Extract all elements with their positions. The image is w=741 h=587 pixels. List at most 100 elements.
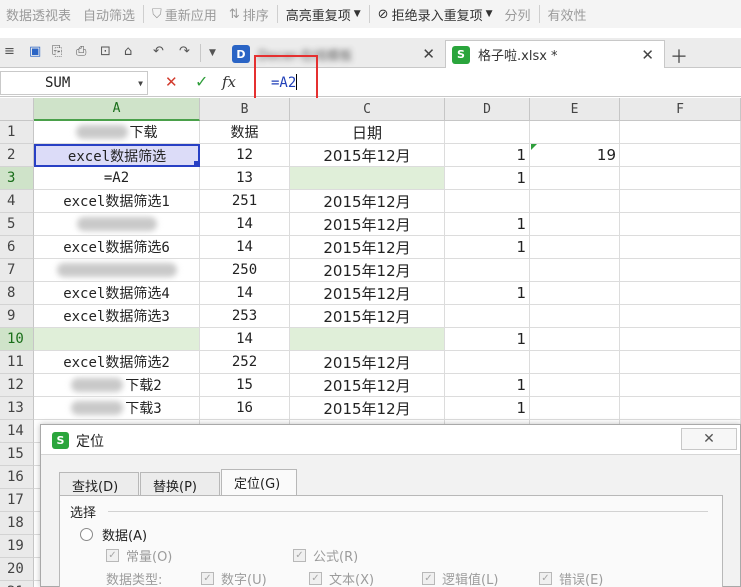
cell[interactable]: 2015年12月: [290, 144, 445, 167]
cell[interactable]: [620, 351, 741, 374]
cell[interactable]: [34, 328, 200, 351]
row-header[interactable]: 7: [0, 259, 34, 282]
tab-workbook[interactable]: S 格子啦.xlsx * ✕: [445, 40, 665, 68]
row-header[interactable]: 2: [0, 144, 34, 167]
cell[interactable]: 250: [200, 259, 290, 282]
cell[interactable]: excel数据筛选1: [34, 190, 200, 213]
checkbox-text[interactable]: ✓: [309, 572, 322, 585]
row-header[interactable]: 6: [0, 236, 34, 259]
column-header[interactable]: F: [620, 98, 741, 121]
export-icon[interactable]: ⎘: [52, 44, 62, 59]
row-header[interactable]: 13: [0, 397, 34, 420]
cell[interactable]: 1: [445, 282, 530, 305]
name-box[interactable]: SUM ▼: [0, 71, 148, 95]
preview-icon[interactable]: ⊡: [100, 44, 111, 59]
cell[interactable]: 16: [200, 397, 290, 420]
cell[interactable]: [620, 282, 741, 305]
cell[interactable]: 12: [200, 144, 290, 167]
cell[interactable]: [530, 282, 620, 305]
cell[interactable]: 13: [200, 167, 290, 190]
cell[interactable]: excel数据筛选: [34, 144, 200, 167]
ribbon-item[interactable]: 数据透视表: [0, 0, 77, 28]
cell[interactable]: 2015年12月: [290, 374, 445, 397]
cell[interactable]: [445, 190, 530, 213]
cell[interactable]: 15: [200, 374, 290, 397]
ribbon-item[interactable]: 自动筛选: [77, 0, 141, 28]
column-header[interactable]: D: [445, 98, 530, 121]
tab-find[interactable]: 查找(D): [59, 472, 139, 495]
row-header[interactable]: 10: [0, 328, 34, 351]
tab-goto[interactable]: 定位(G): [221, 469, 297, 496]
cell[interactable]: 下载: [34, 121, 200, 144]
cell[interactable]: 2015年12月: [290, 259, 445, 282]
print-icon[interactable]: ⎙: [76, 44, 86, 59]
checkbox-formulas[interactable]: ✓: [293, 549, 306, 562]
cell[interactable]: [34, 259, 200, 282]
cell[interactable]: [620, 121, 741, 144]
cell[interactable]: [620, 144, 741, 167]
cell[interactable]: 14: [200, 282, 290, 305]
redo-icon[interactable]: ↷: [179, 44, 190, 59]
ribbon-item[interactable]: 分列: [499, 0, 537, 28]
cell[interactable]: 2015年12月: [290, 213, 445, 236]
row-header[interactable]: 15: [0, 443, 34, 466]
chevron-down-icon[interactable]: ▼: [138, 79, 143, 88]
cell[interactable]: 2015年12月: [290, 282, 445, 305]
column-header[interactable]: A: [34, 98, 200, 121]
row-header[interactable]: 9: [0, 305, 34, 328]
confirm-formula-icon[interactable]: ✓: [195, 72, 208, 91]
chevron-down-icon[interactable]: ▼: [486, 9, 493, 19]
cell[interactable]: [530, 351, 620, 374]
cell[interactable]: [530, 259, 620, 282]
ribbon-item[interactable]: ⊘ 拒绝录入重复项 ▼: [372, 0, 499, 28]
tab-docer[interactable]: D Docer-在线模板 ✕: [230, 40, 445, 68]
cell[interactable]: 1: [445, 397, 530, 420]
cell[interactable]: 14: [200, 328, 290, 351]
cell[interactable]: 14: [200, 213, 290, 236]
ribbon-item[interactable]: 高亮重复项 ▼: [280, 0, 367, 28]
cell[interactable]: [290, 167, 445, 190]
cell[interactable]: [530, 236, 620, 259]
checkbox-errors[interactable]: ✓: [539, 572, 552, 585]
cell[interactable]: excel数据筛选4: [34, 282, 200, 305]
cell[interactable]: [530, 121, 620, 144]
cell[interactable]: excel数据筛选2: [34, 351, 200, 374]
cell[interactable]: [290, 328, 445, 351]
cell[interactable]: 252: [200, 351, 290, 374]
column-header[interactable]: E: [530, 98, 620, 121]
column-header[interactable]: B: [200, 98, 290, 121]
cell[interactable]: 14: [200, 236, 290, 259]
cell[interactable]: 下载2: [34, 374, 200, 397]
cell[interactable]: 1: [445, 167, 530, 190]
row-header[interactable]: 20: [0, 558, 34, 581]
undo-icon[interactable]: ↶: [153, 44, 164, 59]
cell[interactable]: 2015年12月: [290, 236, 445, 259]
chevron-down-icon[interactable]: ▼: [354, 9, 361, 19]
column-header[interactable]: C: [290, 98, 445, 121]
cell[interactable]: [34, 213, 200, 236]
cell[interactable]: 2015年12月: [290, 397, 445, 420]
cell[interactable]: [620, 397, 741, 420]
row-header[interactable]: 21: [0, 581, 34, 587]
row-header[interactable]: 1: [0, 121, 34, 144]
cell[interactable]: 1: [445, 144, 530, 167]
cell[interactable]: [530, 305, 620, 328]
cell[interactable]: 1: [445, 374, 530, 397]
cell[interactable]: [530, 190, 620, 213]
cell[interactable]: 251: [200, 190, 290, 213]
close-icon[interactable]: ✕: [641, 46, 654, 64]
cell[interactable]: =A2: [34, 167, 200, 190]
cell[interactable]: 1: [445, 213, 530, 236]
cell[interactable]: [620, 328, 741, 351]
save-icon[interactable]: ▣: [29, 44, 41, 59]
ribbon-item[interactable]: ⛉ 重新应用: [146, 0, 223, 28]
cell[interactable]: [620, 259, 741, 282]
cell[interactable]: [445, 121, 530, 144]
cell[interactable]: [530, 397, 620, 420]
checkbox-numbers[interactable]: ✓: [201, 572, 214, 585]
plus-icon[interactable]: ＋: [670, 43, 688, 69]
dialog-close-button[interactable]: ✕: [681, 428, 737, 450]
cell[interactable]: 1: [445, 328, 530, 351]
more-dropdown-icon[interactable]: ▼: [209, 48, 216, 58]
row-header[interactable]: 4: [0, 190, 34, 213]
